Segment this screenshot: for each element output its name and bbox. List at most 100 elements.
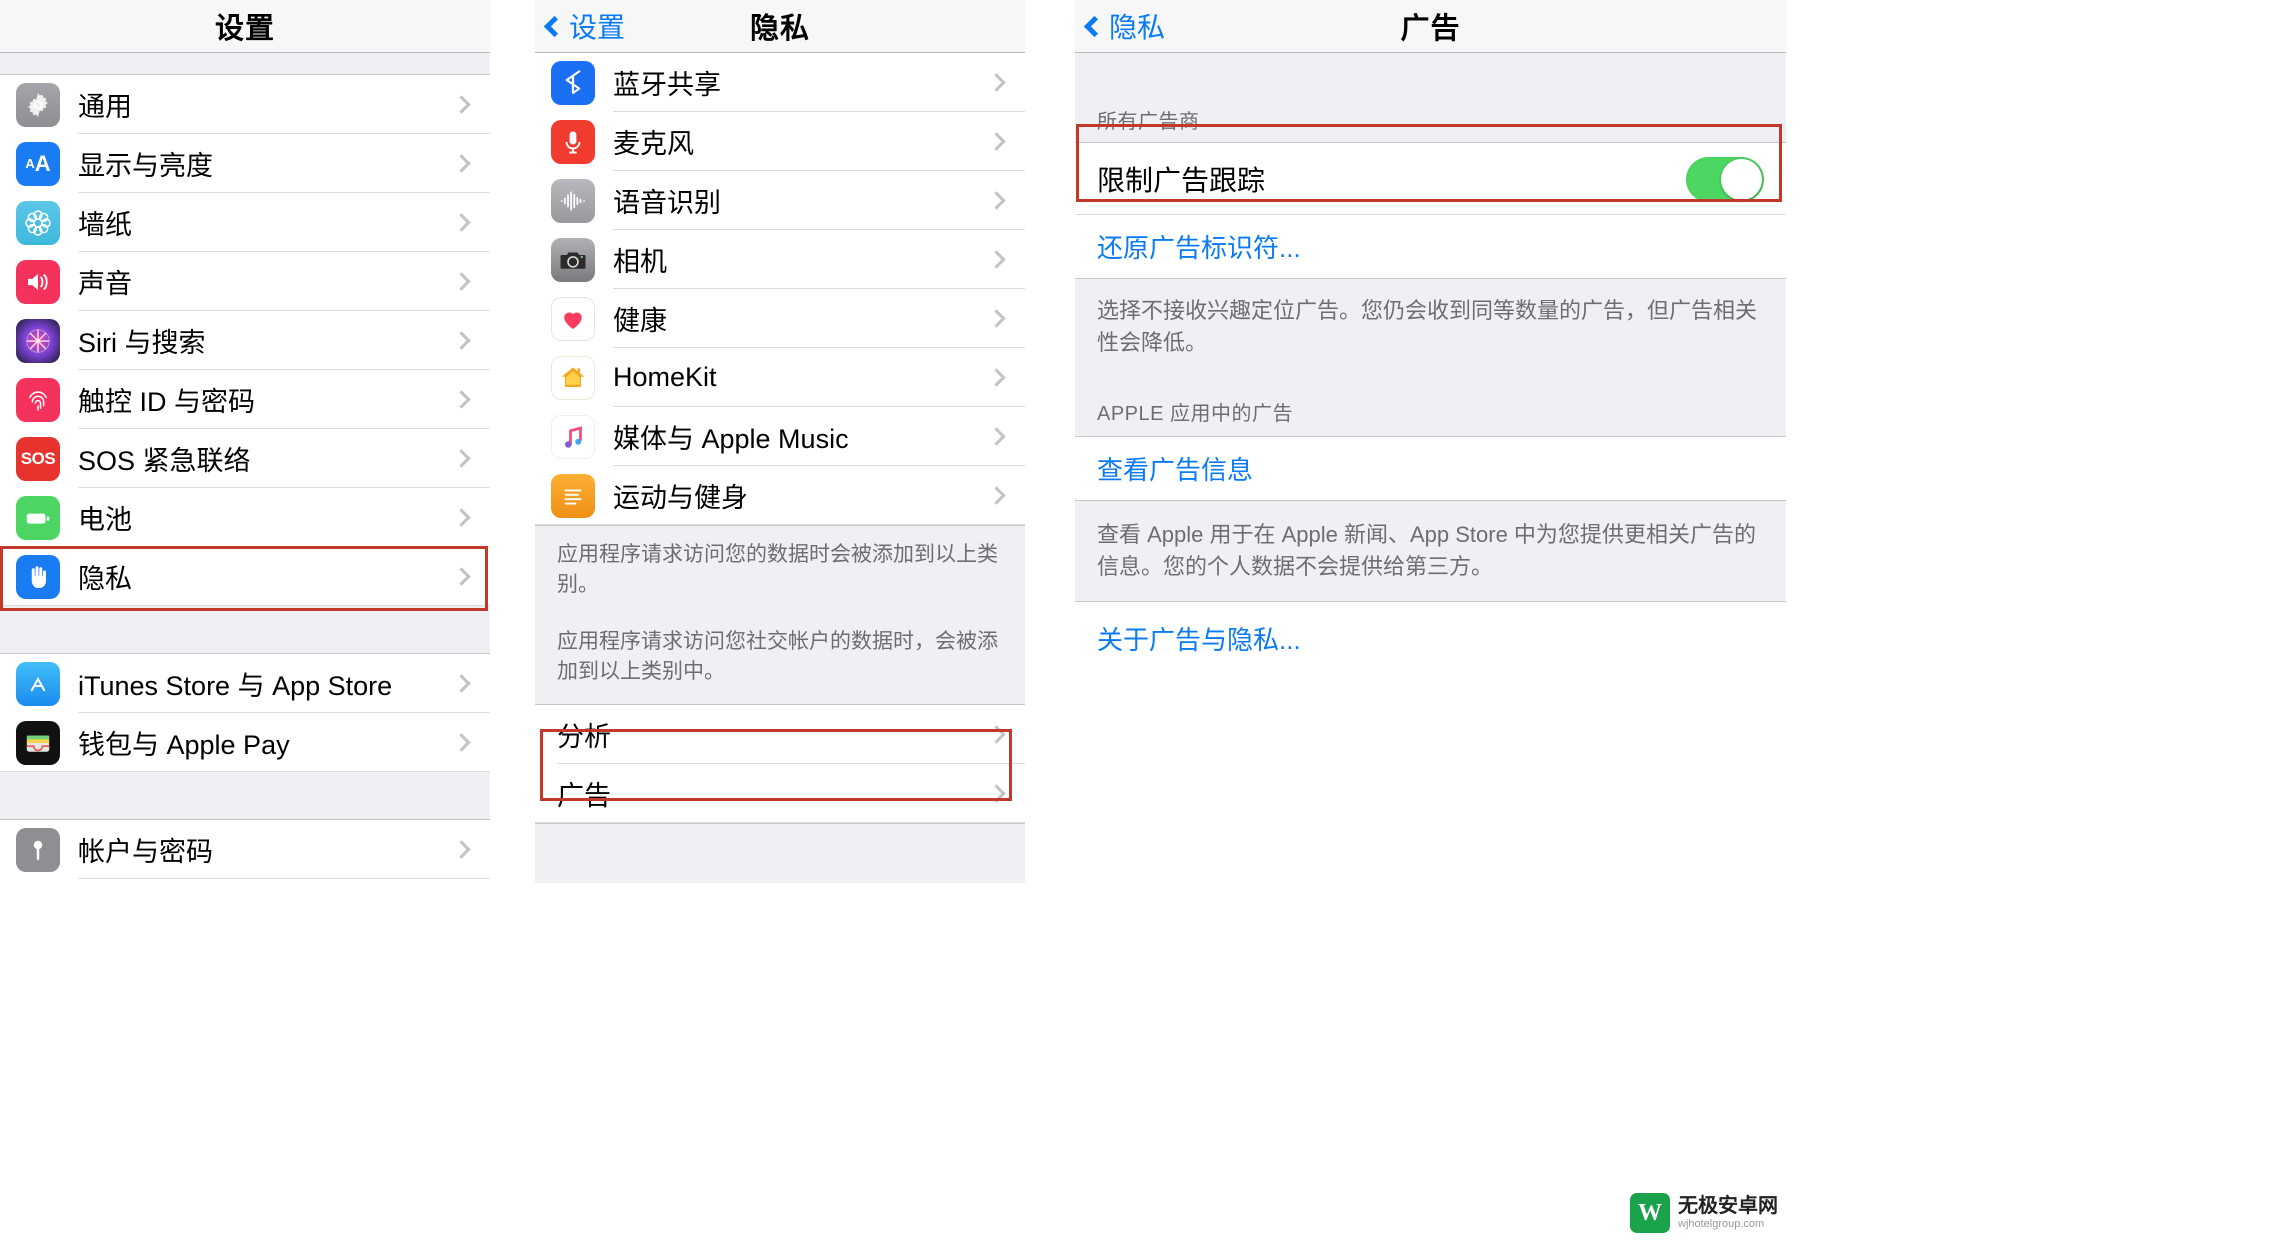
sidebar-item-label: Siri 与搜索 [78, 328, 206, 358]
advertising-screen: 隐私 广告 所有广告商 限制广告跟踪 还原广告标识符... 选择不接收兴趣定位广… [1075, 0, 1786, 1241]
limit-ad-tracking-group: 限制广告跟踪 [1075, 142, 1786, 215]
chevron-right-icon [452, 95, 471, 114]
settings-list-group-1: 通用 AA 显示与亮度 墙纸 声音 Siri 与搜索 触控 ID 与密码 SOS… [0, 75, 490, 606]
chevron-left-icon [543, 15, 566, 38]
settings-list-group-2: iTunes Store 与 App Store 钱包与 Apple Pay [0, 654, 490, 772]
chevron-right-icon [987, 132, 1006, 151]
sidebar-item-label: 钱包与 Apple Pay [78, 730, 290, 760]
privacy-item-media-apple-music[interactable]: 媒体与 Apple Music [535, 407, 1025, 466]
sidebar-item-label: iTunes Store 与 App Store [78, 671, 393, 701]
sidebar-item-label: 触控 ID 与密码 [78, 387, 256, 417]
microphone-icon [551, 119, 595, 164]
limit-ad-tracking-row[interactable]: 限制广告跟踪 [1075, 143, 1786, 215]
group-spacer [0, 772, 490, 820]
battery-icon [16, 495, 60, 540]
sidebar-item-privacy[interactable]: 隐私 [0, 547, 490, 606]
sidebar-item-label: 帐户与密码 [78, 837, 213, 867]
fitness-icon [551, 473, 595, 518]
watermark-title: 无极安卓网 [1678, 1195, 1778, 1218]
row-separator [78, 878, 490, 879]
chevron-right-icon [987, 486, 1006, 505]
privacy-item-advertising[interactable]: 广告 [535, 763, 1025, 823]
watermark-logo-letter: W [1638, 1199, 1662, 1226]
bluetooth-icon [551, 60, 595, 105]
privacy-item-bluetooth-sharing[interactable]: 蓝牙共享 [535, 53, 1025, 112]
about-ads-privacy-label: 关于广告与隐私... [1097, 624, 1301, 655]
privacy-item-label: 分析 [557, 721, 611, 752]
sidebar-item-sos[interactable]: SOS SOS 紧急联络 [0, 429, 490, 488]
sidebar-item-general[interactable]: 通用 [0, 75, 490, 134]
chevron-right-icon [452, 508, 471, 527]
chevron-right-icon [987, 725, 1006, 744]
chevron-right-icon [452, 674, 471, 693]
sidebar-item-sound[interactable]: 声音 [0, 252, 490, 311]
sidebar-item-itunes-app-store[interactable]: iTunes Store 与 App Store [0, 654, 490, 713]
chevron-right-icon [987, 191, 1006, 210]
about-ads-privacy-button[interactable]: 关于广告与隐私... [1075, 601, 1786, 670]
sidebar-item-touch-id-passcode[interactable]: 触控 ID 与密码 [0, 370, 490, 429]
settings-screen: 设置 通用 AA 显示与亮度 墙纸 声音 Siri 与搜索 触控 ID 与密码 … [0, 0, 490, 1241]
top-spacer [1075, 53, 1786, 95]
privacy-footer-paragraph-2: 应用程序请求访问您社交帐户的数据时，会被添加到以上类别中。 [557, 629, 998, 684]
chevron-right-icon [987, 73, 1006, 92]
privacy-item-microphone[interactable]: 麦克风 [535, 112, 1025, 171]
privacy-footer-paragraph-1: 应用程序请求访问您的数据时会被添加到以上类别。 [557, 543, 998, 597]
chevron-right-icon [452, 840, 471, 859]
sidebar-item-display-brightness[interactable]: AA 显示与亮度 [0, 134, 490, 193]
row-separator [535, 524, 1025, 525]
three-panel-screenshot: 设置 通用 AA 显示与亮度 墙纸 声音 Siri 与搜索 触控 ID 与密码 … [0, 0, 2286, 1241]
privacy-item-homekit[interactable]: HomeKit [535, 348, 1025, 407]
privacy-screen: 设置 隐私 蓝牙共享 麦克风 语音识别 相机 健康 HomeKit 媒体与 Ap… [535, 0, 1025, 1241]
privacy-item-speech-recognition[interactable]: 语音识别 [535, 171, 1025, 230]
privacy-item-health[interactable]: 健康 [535, 289, 1025, 348]
privacy-item-analytics[interactable]: 分析 [535, 704, 1025, 764]
chevron-right-icon [987, 427, 1006, 446]
group-spacer [0, 53, 490, 75]
view-ad-info-button[interactable]: 查看广告信息 [1075, 436, 1786, 500]
chevron-right-icon [452, 331, 471, 350]
limit-ad-tracking-label: 限制广告跟踪 [1097, 165, 1266, 196]
sidebar-item-label: 显示与亮度 [78, 151, 213, 181]
row-separator [1075, 214, 1786, 215]
privacy-item-motion-fitness[interactable]: 运动与健身 [535, 466, 1025, 525]
wallpaper-icon [16, 200, 60, 245]
row-separator [535, 821, 1025, 823]
apple-ads-footer-text: 查看 Apple 用于在 Apple 新闻、App Store 中为您提供更相关… [1097, 521, 1756, 579]
chevron-right-icon [987, 309, 1006, 328]
limit-ad-tracking-toggle[interactable] [1686, 156, 1764, 202]
sidebar-item-label: 声音 [78, 269, 132, 299]
accounts-passwords-icon [16, 827, 60, 872]
app-store-icon [16, 661, 60, 706]
display-brightness-icon: AA [16, 141, 60, 186]
back-button-label: 隐私 [1109, 12, 1166, 43]
privacy-item-label: 广告 [557, 780, 611, 811]
section-header-all-advertisers: 所有广告商 [1075, 95, 1786, 142]
sidebar-item-battery[interactable]: 电池 [0, 488, 490, 547]
privacy-item-label: 相机 [613, 247, 667, 277]
privacy-item-camera[interactable]: 相机 [535, 230, 1025, 289]
reset-ad-identifier-button[interactable]: 还原广告标识符... [1075, 215, 1786, 278]
sidebar-item-label: 墙纸 [78, 210, 132, 240]
settings-navbar: 设置 [0, 0, 490, 53]
sidebar-item-label: 隐私 [78, 564, 132, 594]
bottom-spacer [535, 822, 1025, 883]
sidebar-item-wallpaper[interactable]: 墙纸 [0, 193, 490, 252]
back-button[interactable]: 隐私 [1075, 6, 1165, 46]
sidebar-item-siri-search[interactable]: Siri 与搜索 [0, 311, 490, 370]
privacy-footer-block: 应用程序请求访问您的数据时会被添加到以上类别。 应用程序请求访问您社交帐户的数据… [535, 525, 1025, 705]
gear-icon [16, 82, 60, 127]
siri-icon [16, 318, 60, 363]
chevron-right-icon [452, 567, 471, 586]
sidebar-item-wallet-apple-pay[interactable]: 钱包与 Apple Pay [0, 713, 490, 772]
privacy-list: 蓝牙共享 麦克风 语音识别 相机 健康 HomeKit 媒体与 Apple Mu… [535, 53, 1025, 525]
chevron-right-icon [452, 154, 471, 173]
speech-recognition-icon [551, 178, 595, 223]
wallet-icon [16, 720, 60, 765]
sos-icon: SOS [16, 436, 60, 481]
back-button[interactable]: 设置 [535, 6, 625, 46]
group-spacer [0, 606, 490, 654]
chevron-left-icon [1083, 15, 1106, 38]
sidebar-item-accounts-passwords[interactable]: 帐户与密码 [0, 820, 490, 879]
chevron-right-icon [452, 449, 471, 468]
privacy-navbar: 设置 隐私 [535, 0, 1025, 53]
